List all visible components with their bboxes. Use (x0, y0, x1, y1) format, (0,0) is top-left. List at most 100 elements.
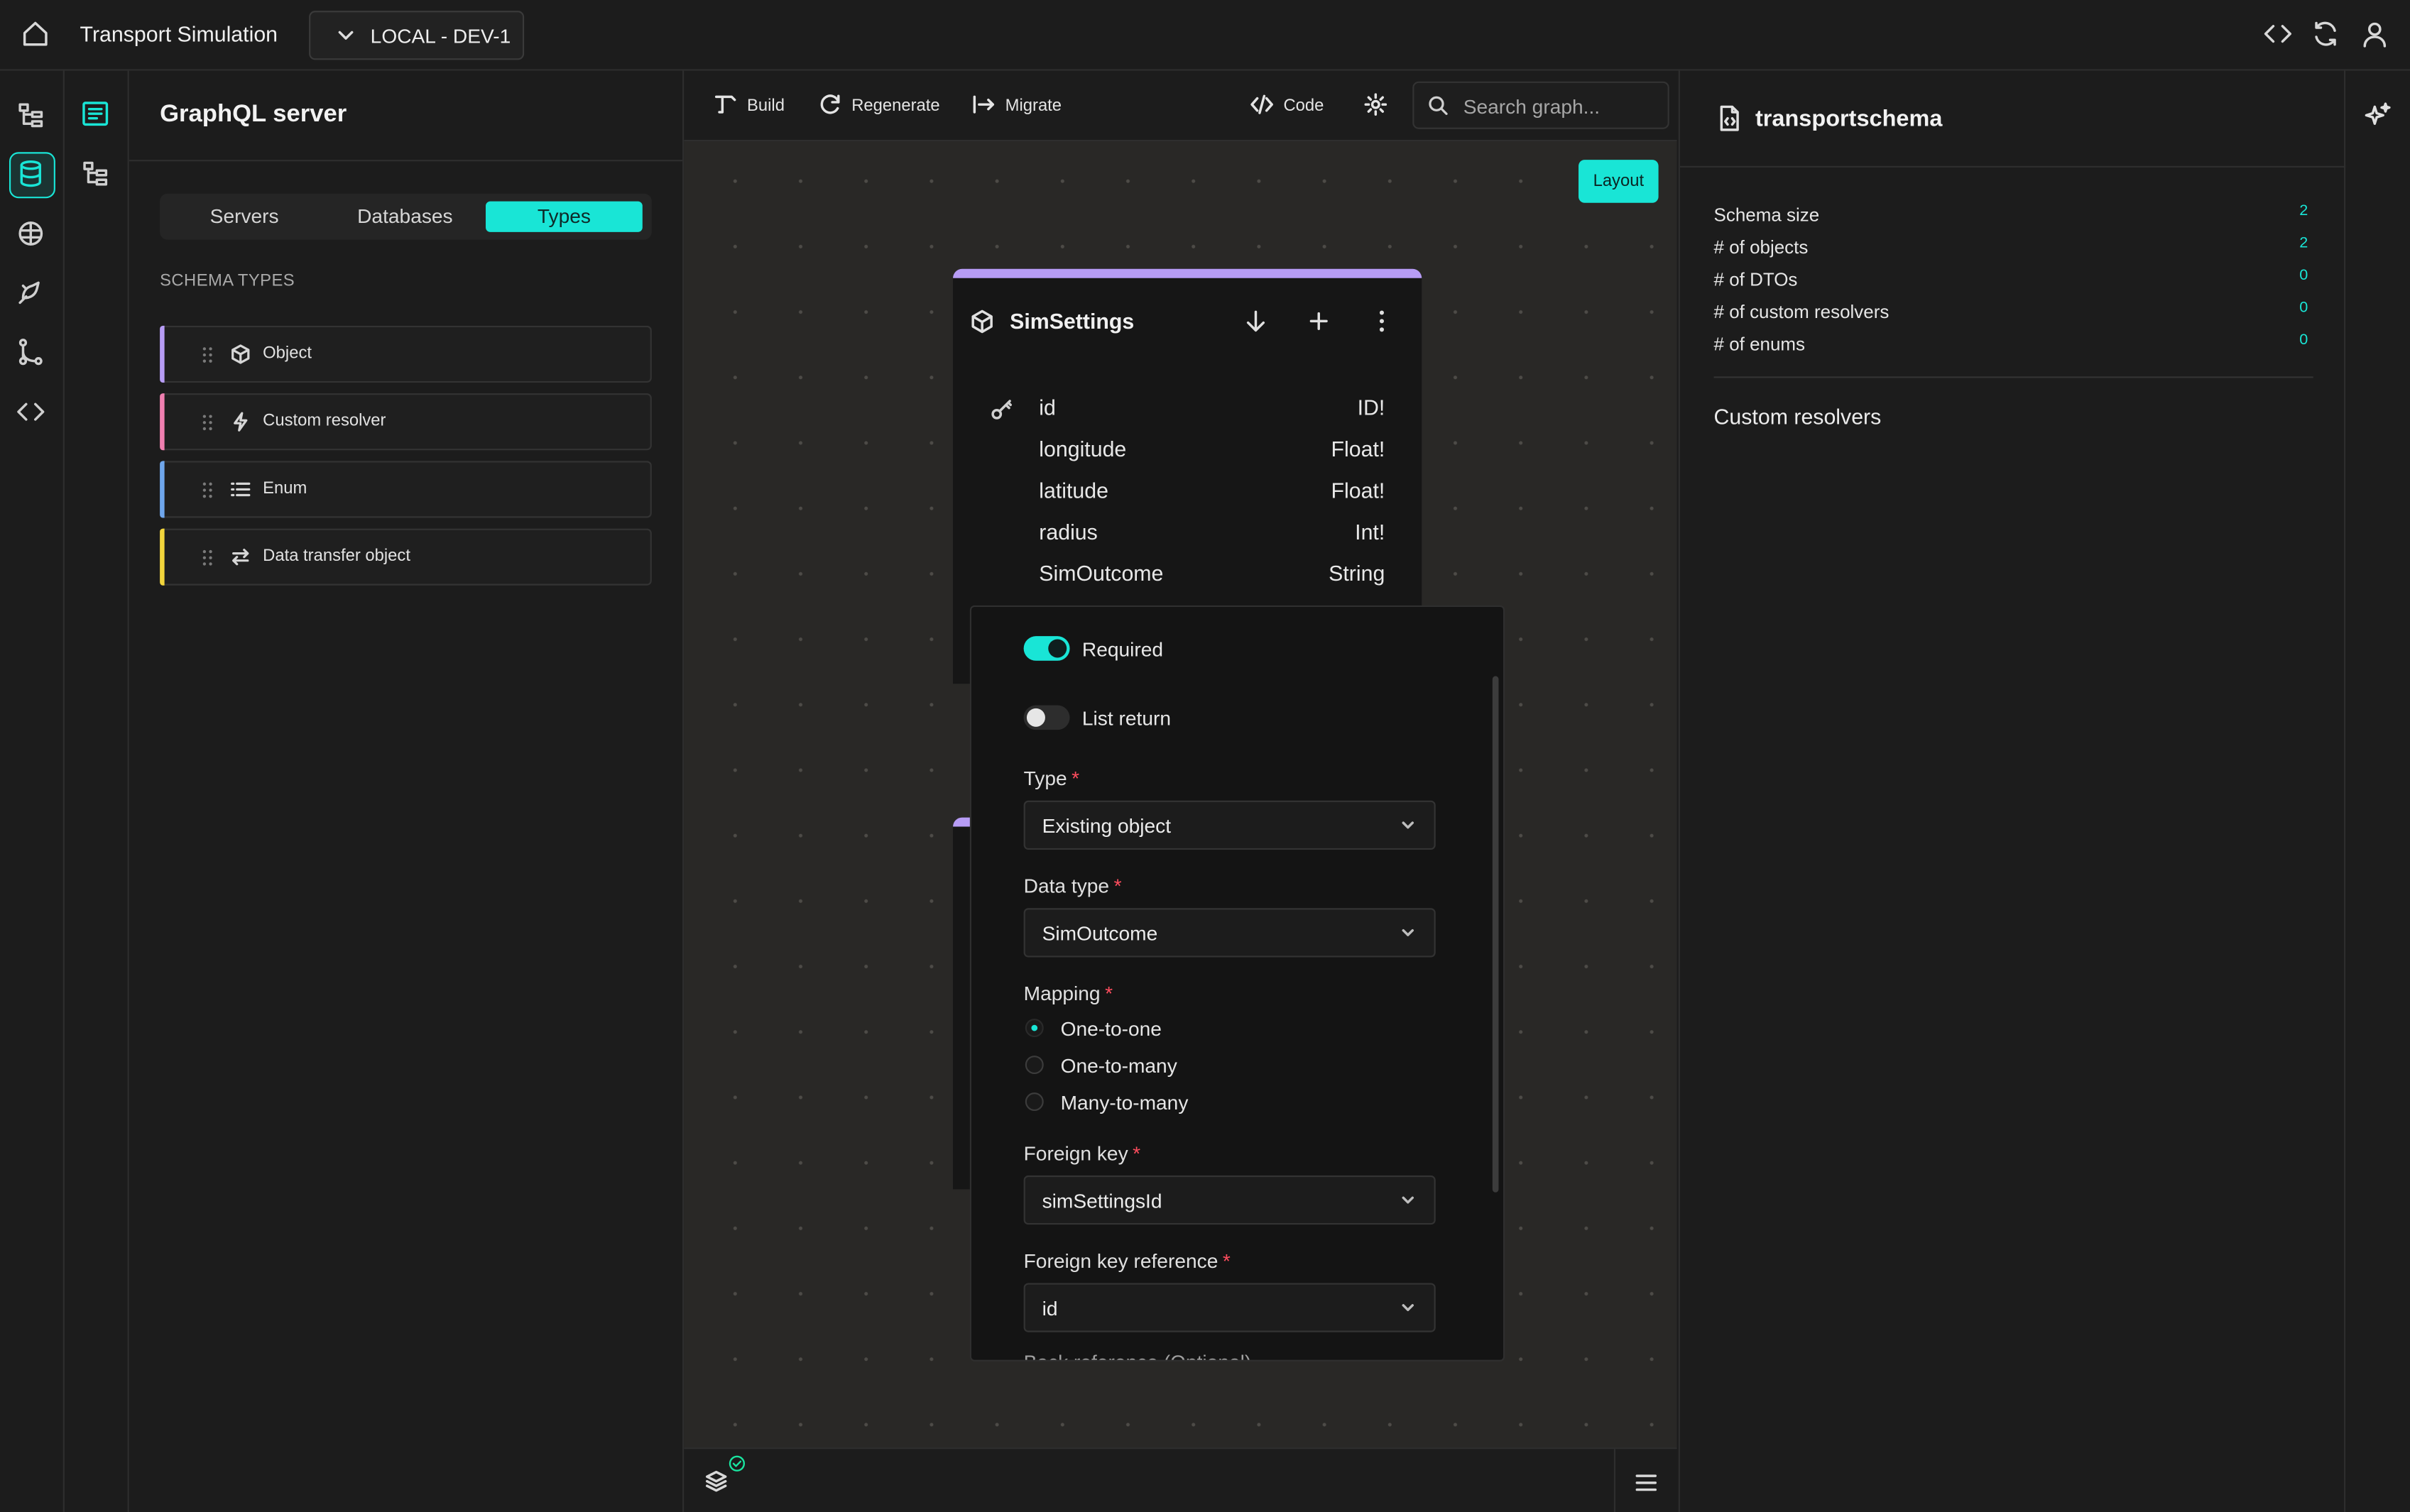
list-icon (231, 479, 251, 499)
top-bar: Transport Simulation LOCAL - DEV-1 (0, 0, 2410, 71)
plus-icon[interactable] (1305, 307, 1333, 335)
layout-button[interactable]: Layout (1579, 160, 1659, 203)
app-title: Transport Simulation (80, 21, 278, 46)
mapping-radio-one-to-many[interactable] (1025, 1056, 1044, 1075)
required-star: * (1222, 1249, 1231, 1273)
schema-type-dto[interactable]: Data transfer object (160, 528, 652, 586)
graphql-server-icon[interactable] (80, 99, 111, 129)
field-edit-popover: Required List return Type * Existing obje… (969, 605, 1505, 1362)
schema-type-custom-resolver[interactable]: Custom resolver (160, 393, 652, 451)
settings-button[interactable] (1363, 92, 1388, 120)
mapping-option-label: Many-to-many (1060, 1090, 1189, 1114)
node-title: SimSettings (1010, 309, 1135, 334)
foreign-key-select[interactable]: simSettingsId (1023, 1175, 1436, 1225)
field-row[interactable]: id ID! (953, 384, 1422, 425)
home-icon[interactable] (20, 18, 50, 49)
schema-title: transportschema (1755, 106, 1943, 133)
field-row[interactable]: radius Int! (953, 508, 1422, 549)
field-type: String (1329, 561, 1385, 586)
user-icon[interactable] (2360, 18, 2390, 49)
data-type-label-text: Data type (1023, 874, 1110, 898)
scrollbar[interactable] (1492, 676, 1499, 1193)
data-type-select[interactable]: SimOutcome (1023, 908, 1436, 958)
mapping-label: Mapping * (1024, 982, 1113, 1004)
schema-type-label: Object (263, 344, 312, 363)
required-label: Required (1081, 637, 1164, 661)
drag-handle-icon[interactable] (202, 413, 214, 432)
refresh-icon[interactable] (2310, 18, 2340, 49)
mapping-radio-one-to-one[interactable] (1025, 1019, 1044, 1038)
field-name: SimOutcome (1039, 561, 1164, 586)
type-select[interactable]: Existing object (1023, 800, 1436, 850)
drag-handle-icon[interactable] (202, 346, 214, 364)
layers-icon[interactable] (704, 1469, 729, 1494)
object-node-stub[interactable] (953, 817, 972, 1190)
drag-handle-icon[interactable] (202, 549, 214, 567)
drag-handle-icon[interactable] (202, 481, 214, 500)
tab-types[interactable]: Types (486, 201, 643, 232)
tree-structure-icon[interactable] (16, 100, 46, 131)
more-vertical-icon[interactable] (1368, 307, 1395, 335)
brain-icon[interactable] (16, 218, 46, 248)
schema-type-label: Data transfer object (263, 547, 410, 566)
cube-icon (970, 309, 995, 334)
required-star: * (1072, 767, 1080, 790)
foreign-key-reference-select[interactable]: id (1023, 1283, 1436, 1332)
search-input[interactable] (1460, 92, 1659, 120)
list-return-toggle[interactable] (1023, 705, 1070, 730)
mapping-option-label: One-to-many (1060, 1053, 1177, 1078)
schema-type-enum[interactable]: Enum (160, 461, 652, 518)
field-row[interactable]: longitude Float! (953, 426, 1422, 467)
check-circle-icon (729, 1455, 746, 1472)
node-color-stripe (953, 817, 972, 827)
code-label: Code (1283, 97, 1324, 116)
stat-label: # of custom resolvers (1713, 301, 1890, 323)
mapping-radio-many-to-many[interactable] (1025, 1092, 1044, 1112)
type-color-bar (160, 461, 165, 518)
field-type: Float! (1331, 436, 1385, 461)
build-icon (714, 95, 736, 114)
field-row[interactable]: latitude Float! (953, 467, 1422, 508)
foreign-key-label: Foreign key * (1024, 1141, 1140, 1164)
list-return-label: List return (1081, 706, 1172, 730)
code-brackets-icon[interactable] (16, 396, 46, 427)
regenerate-icon (820, 94, 840, 114)
type-label-text: Type (1023, 767, 1067, 790)
field-name: radius (1039, 519, 1098, 544)
graphql-server-panel: GraphQL server Servers Databases Types S… (129, 70, 685, 1512)
tab-databases[interactable]: Databases (326, 202, 484, 232)
menu-icon[interactable] (1634, 1471, 1659, 1496)
migrate-icon (973, 95, 995, 114)
arrows-exchange-icon (231, 547, 251, 567)
arrow-down-icon[interactable] (1242, 307, 1270, 335)
database-icon[interactable] (16, 158, 46, 189)
code-icon[interactable] (2262, 18, 2293, 49)
secondary-rail (63, 70, 129, 1512)
sparkles-icon[interactable] (2364, 102, 2392, 129)
stat-value: 0 (2299, 332, 2308, 349)
environment-selector[interactable]: LOCAL - DEV-1 (309, 11, 525, 60)
chevron-down-icon (1400, 925, 1416, 941)
stat-label: # of enums (1713, 333, 1806, 356)
toggle-knob (1048, 639, 1067, 658)
toggle-knob (1026, 708, 1045, 727)
foreign-key-reference-value: id (1042, 1296, 1058, 1320)
field-row[interactable]: SimOutcome String (953, 550, 1422, 591)
required-star: * (1105, 982, 1113, 1005)
required-toggle[interactable] (1023, 636, 1070, 661)
migrate-label: Migrate (1005, 97, 1062, 116)
chevron-down-icon (335, 25, 356, 46)
schema-type-object[interactable]: Object (160, 325, 652, 383)
build-label: Build (746, 97, 785, 116)
tab-servers[interactable]: Servers (165, 202, 325, 232)
node-color-stripe (953, 268, 1422, 278)
git-branch-icon[interactable] (16, 336, 46, 367)
schema-types-heading: SCHEMA TYPES (160, 272, 295, 291)
search-graph-field[interactable] (1412, 81, 1669, 129)
stat-label: # of objects (1713, 236, 1809, 258)
mapping-label-text: Mapping (1023, 982, 1101, 1005)
bug-icon[interactable] (16, 277, 46, 307)
cube-icon (231, 344, 251, 364)
schema-tree-icon[interactable] (80, 158, 111, 189)
chevron-down-icon (1400, 818, 1416, 833)
